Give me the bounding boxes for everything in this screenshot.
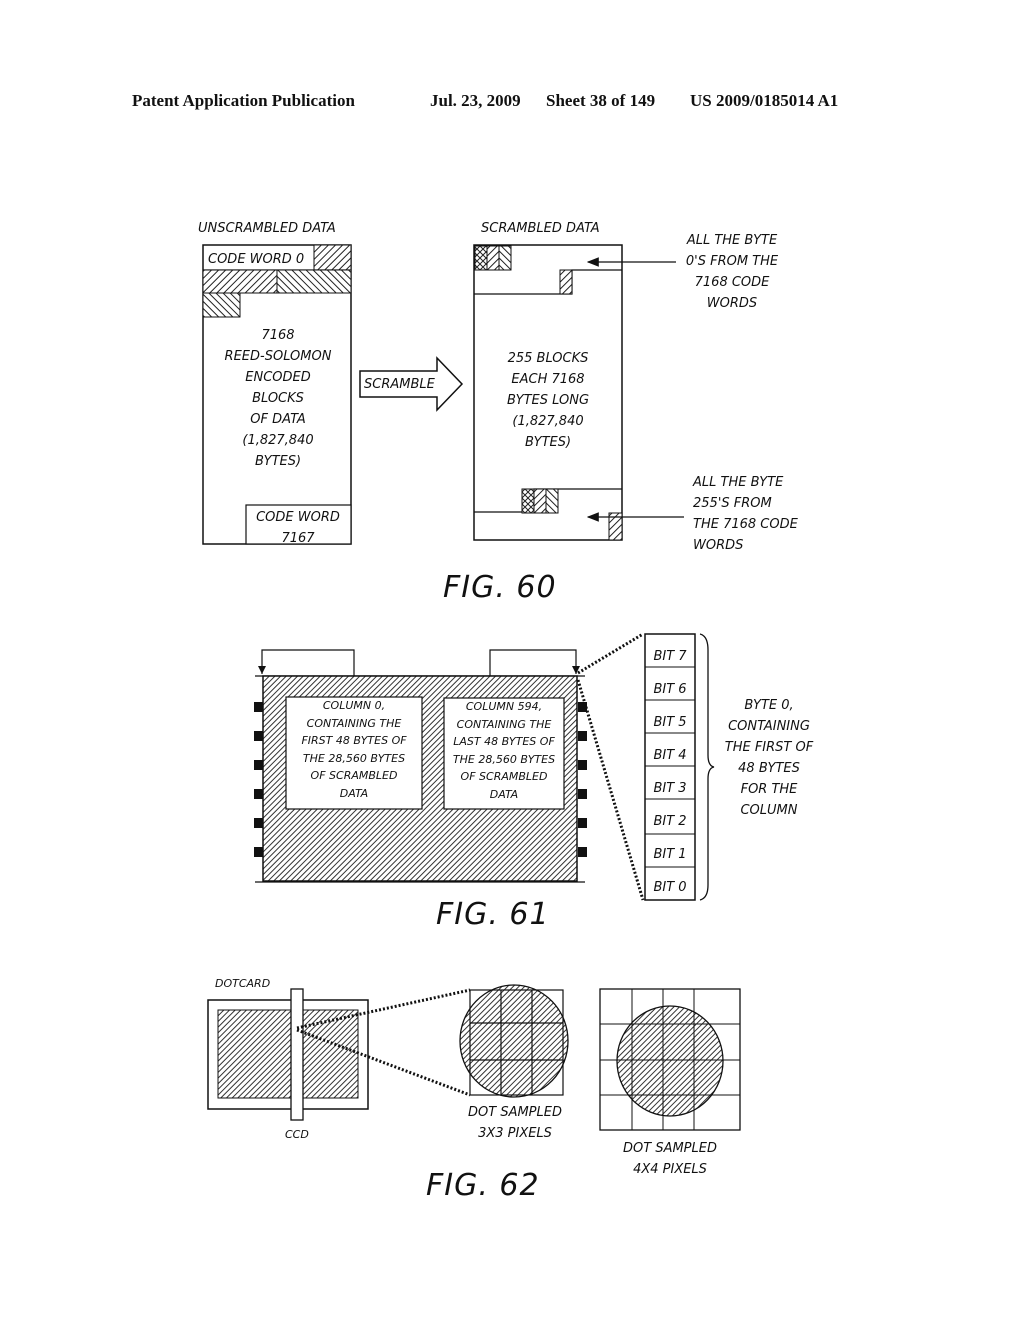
ccd-label: CCD: [285, 1128, 309, 1141]
text-line: DOT SAMPLED: [468, 1105, 562, 1120]
figure-caption-62: FIG. 62: [426, 1168, 540, 1203]
column-first-label: COLUMN 0, CONTAINING THE FIRST 48 BYTES …: [288, 697, 420, 802]
text-line: 48 BYTES: [738, 761, 800, 776]
scramble-label: SCRAMBLE: [364, 377, 435, 392]
text-line: THE 7168 CODE: [693, 517, 798, 532]
text-line: DATA: [339, 786, 369, 800]
text-line: 7168: [261, 328, 295, 343]
code-word-first-label: CODE WORD 0: [208, 252, 305, 267]
brace: [699, 633, 715, 901]
text-line: ALL THE BYTE: [693, 475, 784, 490]
text-line: 3X3 PIXELS: [478, 1126, 552, 1141]
text-line: FOR THE: [740, 782, 798, 797]
byte-note: BYTE 0, CONTAINING THE FIRST OF 48 BYTES…: [715, 695, 823, 821]
scrambled-body: 255 BLOCKS EACH 7168 BYTES LONG (1,827,8…: [493, 348, 603, 453]
bit-label: BIT 4: [653, 748, 687, 763]
bit-label: BIT 0: [653, 880, 687, 895]
bit-label: BIT 2: [653, 814, 687, 829]
text-line: COLUMN 594,: [465, 700, 543, 713]
text-line: BYTES): [524, 435, 572, 450]
text-line: ALL THE BYTE: [686, 233, 778, 248]
text-line: 4X4 PIXELS: [633, 1162, 707, 1177]
text-line: (1,827,840: [512, 414, 584, 429]
text-line: DATA: [489, 787, 519, 801]
text-line: FIRST 48 BYTES OF: [301, 734, 407, 747]
dotcard-label: DOTCARD: [215, 977, 271, 990]
note-byte-255: ALL THE BYTE 255'S FROM THE 7168 CODE WO…: [693, 472, 798, 556]
column-last-label: COLUMN 594, CONTAINING THE LAST 48 BYTES…: [444, 698, 564, 803]
text-line: OF SCRAMBLED: [460, 770, 548, 783]
text-line: THE 28,560 BYTES: [452, 752, 556, 766]
bit-label: BIT 3: [653, 781, 687, 796]
text-line: REED-SOLOMON: [224, 349, 332, 364]
bit-label: BIT 6: [653, 682, 687, 697]
text-line: LAST 48 BYTES OF: [453, 735, 555, 748]
text-line: CONTAINING THE: [456, 717, 552, 731]
text-line: OF SCRAMBLED: [310, 769, 398, 782]
dot-sampled-3x3: [459, 984, 569, 1098]
text-line: DOT SAMPLED: [623, 1141, 717, 1156]
text-line: BYTE 0,: [744, 698, 794, 713]
note-byte-zero: ALL THE BYTE 0'S FROM THE 7168 CODE WORD…: [676, 230, 788, 314]
dot-sampled-4x4: [599, 988, 741, 1131]
text-line: 255'S FROM: [693, 496, 772, 511]
text-line: 7167: [281, 531, 315, 546]
text-line: THE FIRST OF: [724, 740, 814, 755]
text-line: COLUMN 0,: [322, 699, 386, 712]
sample-3x3-label: DOT SAMPLED 3X3 PIXELS: [464, 1102, 566, 1144]
bit-label: BIT 7: [653, 649, 687, 664]
sample-4x4-label: DOT SAMPLED 4X4 PIXELS: [612, 1138, 728, 1180]
text-line: CODE WORD: [256, 510, 340, 525]
unscrambled-body: 7168 REED-SOLOMON ENCODED BLOCKS OF DATA…: [218, 325, 338, 472]
bit-label: BIT 5: [653, 715, 687, 730]
text-line: EACH 7168: [511, 372, 585, 387]
text-line: WORDS: [693, 538, 744, 553]
unscrambled-title: UNSCRAMBLED DATA: [198, 221, 336, 236]
text-line: (1,827,840: [242, 433, 314, 448]
dotcard-diagram: [207, 988, 471, 1121]
figure-caption-60: FIG. 60: [443, 570, 557, 605]
figure-caption-61: FIG. 61: [436, 897, 550, 932]
text-line: BYTES): [254, 454, 302, 469]
text-line: OF DATA: [250, 412, 306, 427]
code-word-last-label: CODE WORD 7167: [248, 507, 348, 549]
text-line: CONTAINING: [728, 719, 810, 734]
text-line: CONTAINING THE: [306, 716, 402, 730]
text-line: THE 28,560 BYTES: [302, 751, 406, 765]
text-line: 7168 CODE: [694, 275, 770, 290]
bit-labels: BIT 7 BIT 6 BIT 5 BIT 4 BIT 3 BIT 2 BIT …: [645, 640, 695, 904]
text-line: 0'S FROM THE: [685, 254, 779, 269]
scrambled-title: SCRAMBLED DATA: [481, 221, 600, 236]
text-line: ENCODED: [245, 370, 311, 385]
text-line: WORDS: [706, 296, 758, 311]
bit-label: BIT 1: [653, 847, 687, 862]
text-line: COLUMN: [740, 803, 798, 818]
text-line: BYTES LONG: [506, 393, 590, 408]
text-line: BLOCKS: [252, 391, 304, 406]
text-line: 255 BLOCKS: [507, 351, 589, 366]
